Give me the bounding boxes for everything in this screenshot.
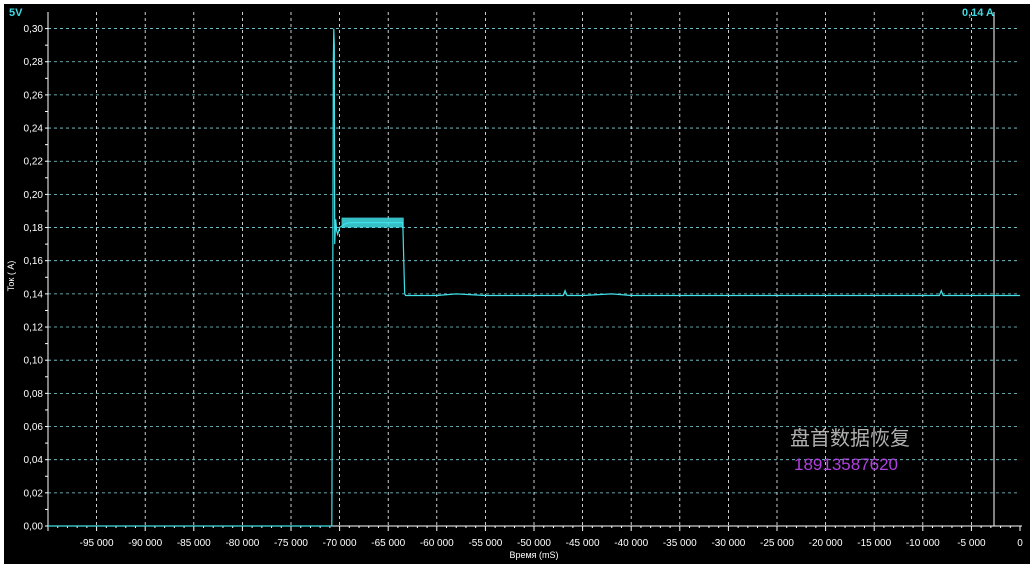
x-tick-label: -60 000 — [420, 538, 454, 549]
x-tick-labels: -95 000 -90 000 -85 000 -80 000 -75 000 -70 0… — [80, 538, 1024, 549]
x-tick-label: -85 000 — [177, 538, 211, 549]
x-tick-label: -50 000 — [517, 538, 551, 549]
y-tick-label: 0,04 — [24, 455, 44, 466]
y-tick-label: 0,00 — [24, 522, 44, 533]
y-tick-label: 0,26 — [24, 90, 44, 101]
y-tick-label: 0,08 — [24, 389, 44, 400]
y-tick-label: 0,24 — [24, 124, 44, 135]
x-tick-label: -75 000 — [274, 538, 308, 549]
x-tick-label: -65 000 — [371, 538, 405, 549]
current-chart: 0,00 0,02 0,04 0,06 0,08 0,10 0,12 0,14 0,16 0,18… — [6, 7, 1024, 560]
x-tick-label: -80 000 — [225, 538, 259, 549]
y-tick-label: 0,12 — [24, 323, 44, 334]
plateau-noise-band — [341, 217, 404, 228]
x-tick-label: -5 000 — [957, 538, 986, 549]
watermark-phone: 18913587620 — [794, 455, 898, 474]
y-tick-label: 0,02 — [24, 488, 44, 499]
x-tick-label: -10 000 — [906, 538, 940, 549]
x-tick-label: -40 000 — [614, 538, 648, 549]
x-tick-label: -30 000 — [711, 538, 745, 549]
corner-label-right: 0,14 A — [962, 7, 994, 19]
x-tick-label: -25 000 — [760, 538, 794, 549]
axes — [45, 12, 1022, 531]
x-tick-label: -35 000 — [663, 538, 697, 549]
x-tick-label: -90 000 — [128, 538, 162, 549]
watermark-text: 盘首数据恢复 — [790, 426, 910, 450]
x-tick-label: -45 000 — [566, 538, 600, 549]
y-tick-label: 0,28 — [24, 57, 44, 68]
y-tick-label: 0,10 — [24, 356, 44, 367]
chart-panel: 0,00 0,02 0,04 0,06 0,08 0,10 0,12 0,14 0,16 0,18… — [4, 4, 1030, 564]
y-tick-labels: 0,00 0,02 0,04 0,06 0,08 0,10 0,12 0,14 0,16 0,18… — [24, 24, 44, 532]
x-axis-title: Время (mS) — [509, 550, 558, 560]
x-tick-label: -55 000 — [468, 538, 502, 549]
x-tick-label: -95 000 — [80, 538, 114, 549]
corner-label-left: 5V — [9, 7, 23, 19]
x-tick-label: -70 000 — [323, 538, 357, 549]
y-tick-label: 0,06 — [24, 422, 44, 433]
y-tick-label: 0,16 — [24, 256, 44, 267]
y-tick-label: 0,20 — [24, 190, 44, 201]
y-tick-label: 0,22 — [24, 157, 44, 168]
y-axis-title: Ток ( A) — [6, 261, 16, 292]
x-tick-label: -15 000 — [857, 538, 891, 549]
x-tick-label: -20 000 — [809, 538, 843, 549]
x-tick-label: 0 — [1017, 538, 1023, 549]
y-tick-label: 0,14 — [24, 289, 44, 300]
y-tick-label: 0,30 — [24, 24, 44, 35]
y-tick-label: 0,18 — [24, 223, 44, 234]
